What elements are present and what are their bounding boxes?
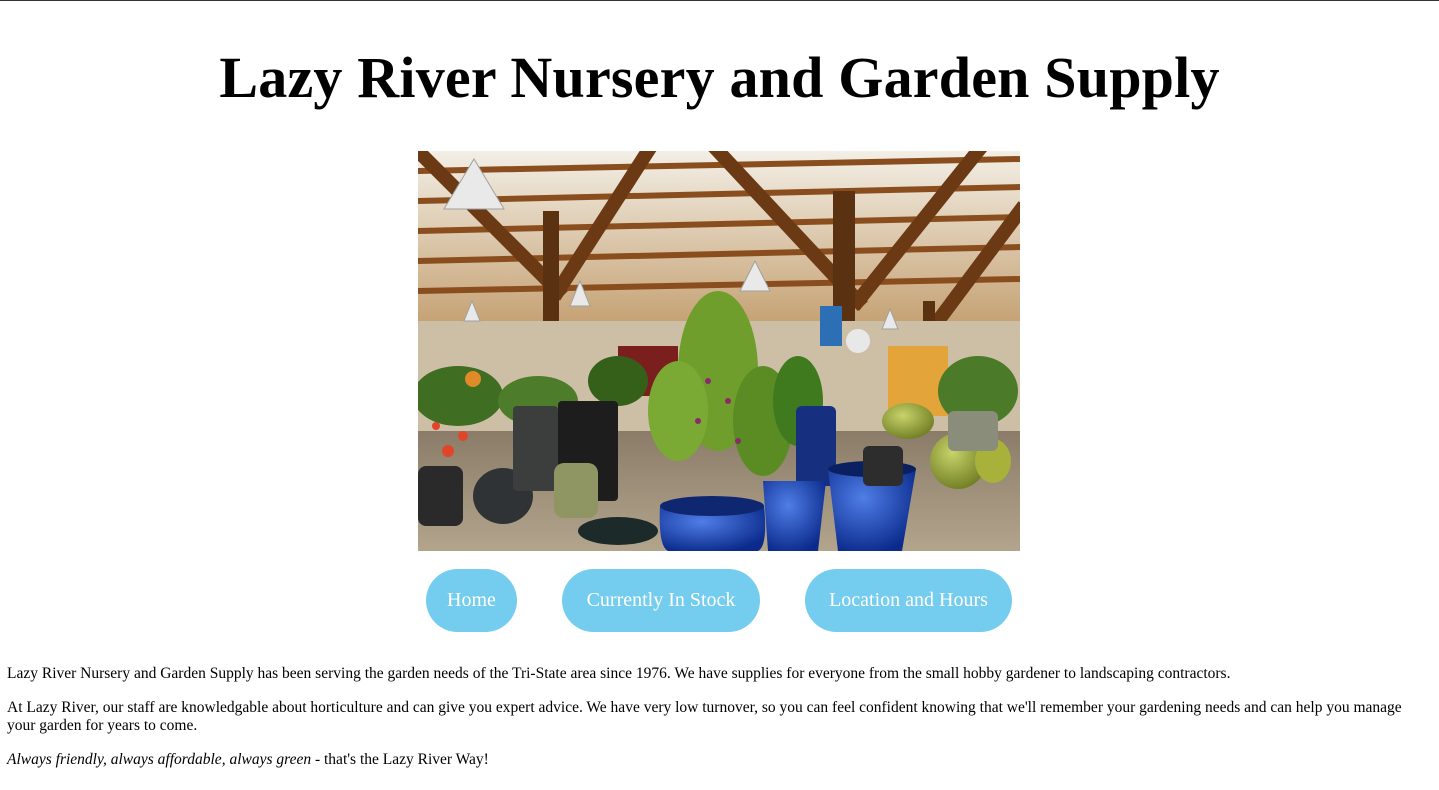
garden-center-photo <box>418 151 1020 551</box>
page-title: Lazy River Nursery and Garden Supply <box>219 45 1220 110</box>
nav-currently-in-stock-button[interactable]: Currently In Stock <box>562 569 760 632</box>
main-content: Lazy River Nursery and Garden Supply has… <box>7 665 1427 785</box>
tagline-emphasis: Always friendly, always affordable, alwa… <box>7 751 312 768</box>
tagline-rest: - that's the Lazy River Way! <box>311 751 489 768</box>
main-nav: Home Currently In Stock Location and Hou… <box>0 569 1439 632</box>
nav-home-button[interactable]: Home <box>426 569 517 632</box>
tagline-paragraph: Always friendly, always affordable, alwa… <box>7 751 1427 769</box>
top-border <box>0 0 1439 1</box>
hero-image <box>418 151 1020 551</box>
nav-location-hours-button[interactable]: Location and Hours <box>805 569 1012 632</box>
staff-paragraph: At Lazy River, our staff are knowledgabl… <box>7 699 1402 734</box>
intro-paragraph: Lazy River Nursery and Garden Supply has… <box>7 665 1231 682</box>
